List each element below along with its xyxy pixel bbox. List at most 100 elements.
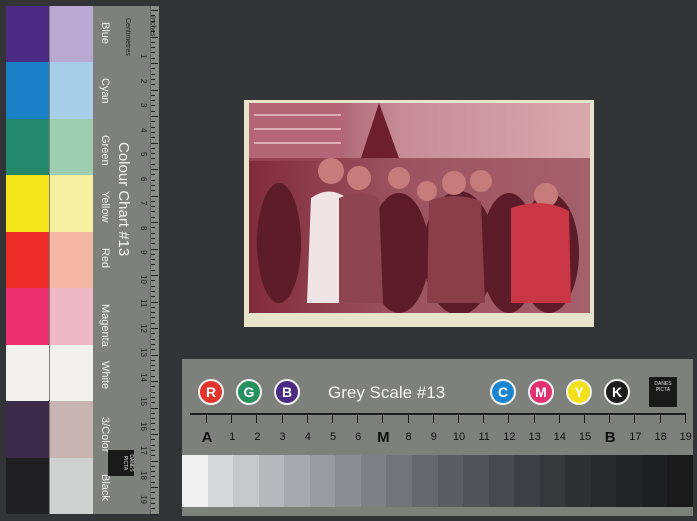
grey-step [386,455,413,507]
ruler-tick [151,449,155,451]
ruler-number: 8 [139,225,148,230]
swatch-yellow-light [50,175,93,232]
scale-rule [190,413,686,415]
dot-c-icon: C [490,379,516,405]
swatch-label: Cyan [99,78,111,105]
ruler-tick [151,89,158,91]
ruler-tick [151,370,155,372]
swatch-blue-light [50,6,93,63]
ruler-tick [151,195,158,197]
ruler-tick [151,333,155,335]
ruler-tick [151,312,155,314]
ruler-tick [151,290,155,292]
scale-label: 3 [279,431,286,443]
ruler-tick [151,439,155,441]
grey-step [667,455,694,507]
ruler-units-inches: Inches [149,16,156,37]
grey-step [411,455,438,507]
ruler-tick [151,481,155,483]
ruler-tick [151,264,155,266]
ruler-tick [151,206,155,208]
ruler-tick [151,41,155,43]
scale-tick [634,415,636,423]
ruler-tick [151,237,155,239]
ruler-tick [151,110,155,112]
ruler-tick [151,216,155,218]
danes-picta-logo: DANES PICTA [108,450,134,476]
photograph-image [249,103,590,313]
ruler-tick [151,63,158,64]
scale-label: 10 [452,431,466,443]
ruler-tick [151,52,155,54]
ruler-tick [151,391,155,393]
ruler-tick [151,386,155,388]
swatch-3-color-dark [6,401,49,458]
grey-steps [182,455,694,507]
swatch-label: Black [99,473,111,501]
scale-tick [206,415,207,423]
ruler-tick [151,280,155,282]
grey-step [284,455,311,507]
ruler-tick [151,471,155,473]
scale-tick [332,415,333,423]
ruler-tick [151,259,155,261]
ruler-tick [151,365,155,367]
ruler-tick [151,444,155,446]
ruler-tick [151,338,155,340]
grey-step [488,455,515,507]
ruler-tick [151,322,155,324]
ruler-number: 1 [139,54,148,59]
ruler-tick [151,275,158,276]
scale-label: 1 [229,431,236,443]
ruler-tick [151,121,155,123]
ruler-tick [151,359,155,361]
ruler-tick [151,227,155,229]
ruler-tick [151,116,158,117]
ruler-tick [151,306,155,308]
scale-label: 13 [528,431,541,443]
ruler-tick [151,354,158,356]
colour-chart: Blue Cyan Green Yellow Red Magenta White 3/Colo… [6,6,159,515]
ruler-tick [151,428,155,430]
scale-label: 2 [254,431,261,443]
grey-step [590,455,617,507]
ruler-number: 4 [139,127,148,132]
ruler-tick [151,497,155,499]
dot-g-icon: G [236,379,262,405]
ruler-number: 13 [139,348,148,357]
grey-step [233,455,260,507]
scale-tick [458,415,459,423]
ruler-tick [151,243,155,245]
scale-tick [609,415,611,423]
scale-label: M [377,429,390,446]
swatch-label: White [99,360,111,389]
colour-labels: Blue Cyan Green Yellow Red Magenta White 3/Colo… [94,6,128,514]
ruler-tick [151,222,158,223]
scale-label: 5 [329,431,337,443]
grey-step [309,455,336,507]
scale-tick [533,415,535,423]
scale-label: 11 [478,431,490,443]
dot-k-icon: K [604,379,630,405]
ruler-number: 12 [139,323,148,333]
ruler-tick [151,423,155,425]
scale-label: A [201,429,213,446]
scale-tick [357,415,359,423]
swatch-green-light [50,118,93,176]
ruler-tick [151,434,158,435]
ruler-tick [151,84,155,86]
ruler-tick [151,184,155,186]
ruler-tick [151,508,155,510]
scale-tick [508,415,510,423]
ruler-units-centimetres: Centimetres [124,18,131,56]
ruler-tick [151,163,155,165]
ruler-tick [151,513,158,515]
scale-label: 9 [430,431,437,443]
grey-step [463,455,490,507]
ruler-number: 15 [139,397,148,406]
ruler-tick [151,142,158,144]
ruler-number: 7 [139,201,148,206]
photograph [249,103,590,313]
swatch-black-dark [6,457,49,514]
ruler-tick [151,418,155,420]
